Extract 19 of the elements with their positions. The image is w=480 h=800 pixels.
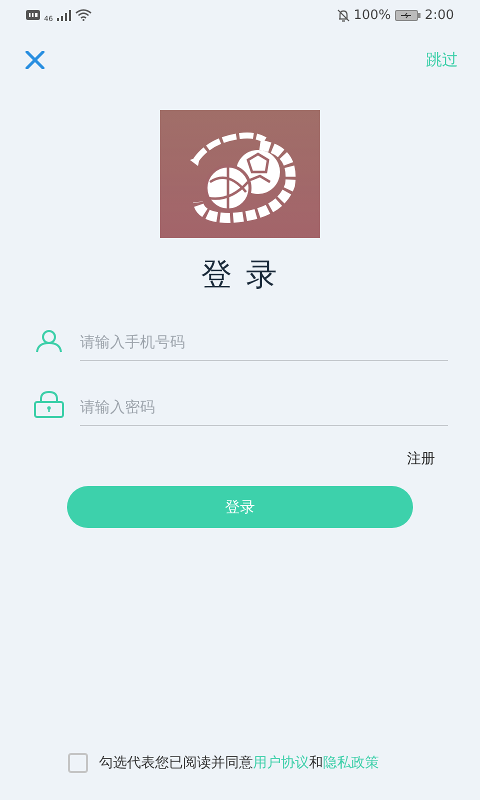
agreement-link[interactable]: 用户协议 [253,755,309,771]
wifi-icon [74,9,92,21]
clock: 2:00 [424,8,454,22]
register-link[interactable]: 注册 [407,450,435,468]
phone-field[interactable]: 请输入手机号码 [80,324,448,361]
password-field[interactable]: 请输入密码 [80,389,448,426]
battery-icon [394,10,421,20]
skip-link[interactable]: 跳过 [426,50,458,70]
close-icon[interactable] [25,51,45,69]
battery-percent: 100% [354,8,391,22]
login-title: 登 录 [201,256,279,295]
login-button[interactable]: 登录 [67,486,413,528]
lock-icon [33,390,65,418]
user-icon [33,329,65,353]
signal-icon [56,10,71,20]
agreement-text: 勾选代表您已阅读并同意用户协议和隐私政策 [99,754,379,772]
agreement-checkbox[interactable] [68,753,88,773]
agreement-link[interactable]: 隐私政策 [323,755,379,771]
bell-off-icon [336,8,350,22]
